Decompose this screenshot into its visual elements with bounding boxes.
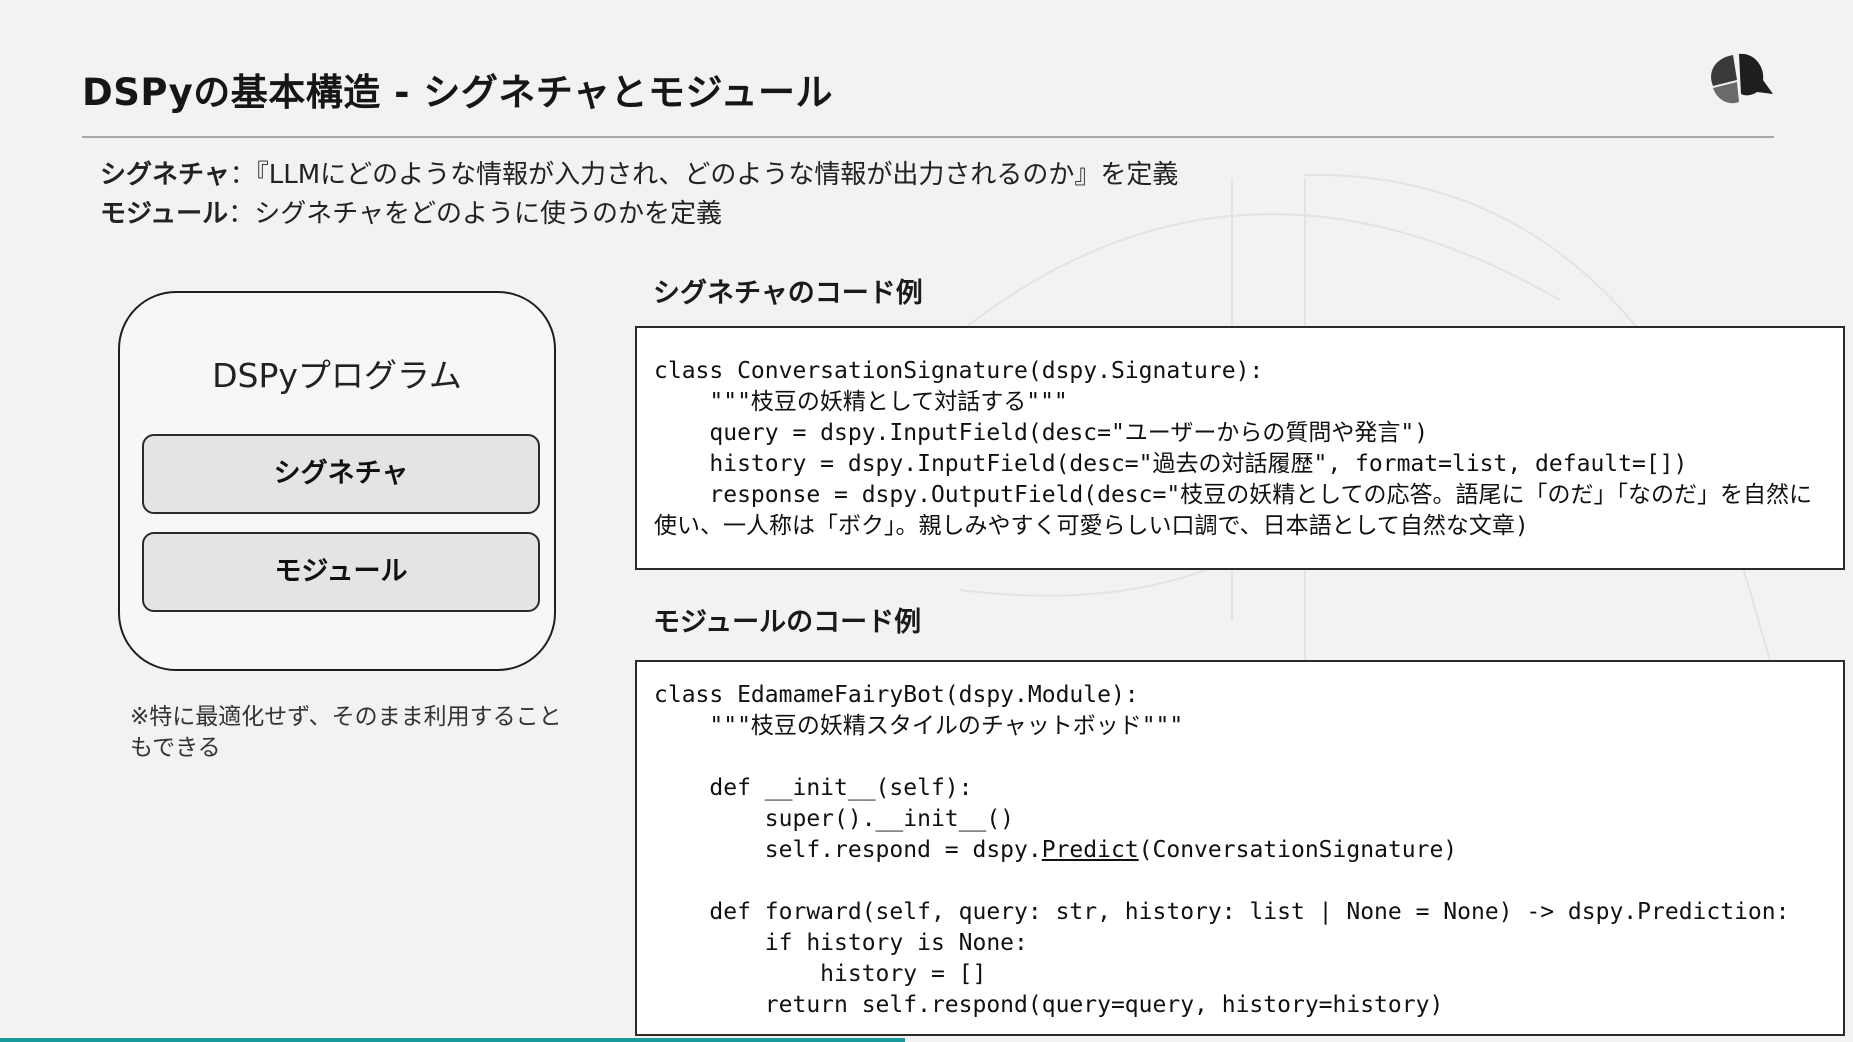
module-code-block: class EdamameFairyBot(dspy.Module): """枝… [635, 660, 1845, 1036]
leaf-logo-icon [1711, 53, 1773, 104]
signature-code: class ConversationSignature(dspy.Signatu… [654, 358, 1813, 539]
definition-text: 『LLMにどのような情報が入力され、どのような情報が出力されるのか』を定義 [255, 160, 1179, 190]
module-code-part: (ConversationSignature) def forward(self… [709, 837, 1790, 1018]
module-example-label: モジュールのコード例 [653, 607, 922, 638]
progress-accent-bar [0, 1038, 905, 1042]
slide-title: DSPyの基本構造 - シグネチャとモジュール [82, 71, 833, 114]
diagram-note: ※特に最適化せず、そのまま利用することもできる [130, 704, 562, 761]
diagram-title: DSPyプログラム [212, 356, 462, 395]
module-code-part: class EdamameFairyBot(dspy.Module): """枝… [654, 682, 1184, 863]
definition-signature: シグネチャ：『LLMにどのような情報が入力され、どのような情報が出力されるのか』… [100, 154, 1178, 191]
definition-term: モジュール [100, 199, 229, 229]
definition-module: モジュール：シグネチャをどのように使うのかを定義 [100, 193, 722, 230]
diagram-item-signature: シグネチャ [142, 434, 540, 514]
definition-separator: ： [228, 199, 255, 229]
module-code: class EdamameFairyBot(dspy.Module): """枝… [637, 662, 1843, 1021]
signature-code-block: class ConversationSignature(dspy.Signatu… [635, 326, 1845, 570]
title-divider [82, 136, 1774, 138]
dspy-program-diagram: DSPyプログラム シグネチャ モジュール [118, 291, 556, 671]
signature-example-label: シグネチャのコード例 [653, 278, 923, 309]
definition-term: シグネチャ [100, 160, 230, 190]
diagram-item-module: モジュール [142, 532, 540, 612]
predict-link[interactable]: Predict [1042, 837, 1139, 863]
definition-text: シグネチャをどのように使うのかを定義 [254, 199, 722, 229]
definition-separator: ： [229, 160, 256, 190]
